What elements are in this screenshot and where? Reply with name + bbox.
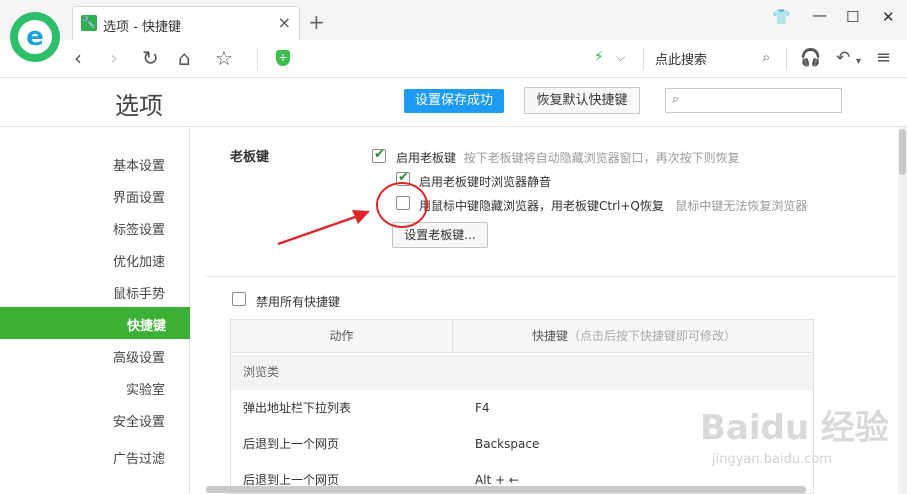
tab-close-button[interactable]: × [278,13,291,32]
undo-dropdown-icon[interactable]: ▾ [856,50,861,74]
options-search-input[interactable]: ⌕ [665,88,842,113]
browser-logo: e [10,12,60,62]
favorite-star-button[interactable]: ☆ [215,46,233,70]
enable-boss-key-label: 启用老板键 [396,151,457,165]
annotation-circle [376,182,428,228]
back-button[interactable]: ‹ [74,46,82,70]
wrench-icon: 🔧 [81,15,97,31]
forward-button[interactable]: › [110,46,118,70]
column-header-shortcut-hint: （点击后按下快捷键即可修改） [568,329,737,343]
vertical-scrollbar[interactable] [898,127,907,494]
sidebar: 基本设置 界面设置 标签设置 优化加速 鼠标手势 快捷键 高级设置 实验室 安全… [0,127,190,494]
middle-click-hide-hint: 鼠标中键无法恢复浏览器 [675,199,808,213]
page-title: 选项 [115,92,163,120]
column-header-shortcut: 快捷键（点击后按下快捷键即可修改） [453,320,813,353]
boss-key-section-title: 老板键 [230,150,270,165]
close-window-button[interactable]: ✕ [882,8,895,26]
shortcut-key[interactable]: F4 [475,390,490,426]
nav-separator [786,48,787,70]
enable-boss-key-option: 启用老板键 按下老板键将自动隐藏浏览器窗口，再次按下则恢复 [396,149,740,166]
nav-separator [643,48,644,70]
section-divider [206,276,896,277]
enable-boss-key-checkbox[interactable] [372,147,386,163]
minimize-button[interactable]: — [812,6,827,24]
maximize-button[interactable]: ☐ [846,8,859,26]
sidebar-item-basic[interactable]: 基本设置 [113,155,165,174]
middle-click-hide-option: 用鼠标中键隐藏浏览器，用老板键Ctrl+Q恢复 鼠标中键无法恢复浏览器 [419,197,807,214]
title-bar: 🔧 选项 - 快捷键 × + 👕 — ☐ ✕ [0,0,907,40]
search-icon: ⌕ [672,92,680,107]
refresh-button[interactable]: ↻ [142,46,159,70]
sidebar-item-adblock[interactable]: 广告过滤 [113,448,165,467]
shortcut-action: 后退到上一个网页 [243,437,340,451]
search-icon[interactable]: ⌕ [762,48,770,66]
watermark-url: jingyan.baidu.com [712,452,832,467]
sidebar-item-optimize[interactable]: 优化加速 [113,251,165,270]
sidebar-item-lab[interactable]: 实验室 [126,379,165,398]
table-header: 动作 快捷键（点击后按下快捷键即可修改） [231,320,813,353]
horizontal-scrollbar[interactable] [206,486,806,493]
column-header-action: 动作 [231,320,453,353]
save-success-badge: 设置保存成功 [404,89,504,113]
chevron-down-icon[interactable]: ⌵ [616,50,625,65]
restore-default-button[interactable]: 恢复默认快捷键 [524,87,640,114]
column-header-shortcut-label: 快捷键 [531,329,568,343]
disable-all-shortcuts-label: 禁用所有快捷键 [256,295,341,309]
sidebar-item-advanced[interactable]: 高级设置 [113,347,165,366]
sidebar-item-mouse-gestures[interactable]: 鼠标手势 [113,283,165,302]
mute-on-boss-key-label: 启用老板键时浏览器静音 [419,175,552,189]
shortcut-action: 弹出地址栏下拉列表 [243,401,352,415]
annotation-arrow-icon [277,210,370,246]
enable-boss-key-hint: 按下老板键将自动隐藏浏览器窗口，再次按下则恢复 [463,151,740,165]
new-tab-button[interactable]: + [308,10,325,34]
table-group-header: 浏览类 [231,354,813,390]
security-shield-icon[interactable]: + [276,50,290,66]
middle-click-hide-label: 用鼠标中键隐藏浏览器，用老板键Ctrl+Q恢复 [419,199,664,213]
logo-e-icon: e [18,20,52,54]
sidebar-item-label: 快捷键 [126,319,166,334]
shortcut-key[interactable]: Backspace [475,426,539,462]
sidebar-item-interface[interactable]: 界面设置 [113,187,165,206]
speed-bolt-icon[interactable]: ⚡ [594,49,604,65]
tab-title: 选项 - 快捷键 [103,20,181,35]
scrollbar-thumb[interactable] [899,129,906,175]
watermark-brand: Baidu 经验 [700,408,889,448]
browser-tab[interactable]: 🔧 选项 - 快捷键 × [72,6,300,40]
navigation-bar: ‹ › ↻ ⌂ ☆ + ⚡ ⌵ 点此搜索 ⌕ 🎧 ↶ ▾ ≡ [0,40,907,78]
skin-icon[interactable]: 👕 [772,8,791,26]
home-button[interactable]: ⌂ [178,46,191,70]
search-input[interactable]: 点此搜索 [655,49,707,68]
sidebar-item-shortcuts[interactable]: 快捷键 [0,307,190,339]
nav-separator [257,48,258,70]
undo-icon[interactable]: ↶ [836,46,850,70]
headphones-icon[interactable]: 🎧 [800,46,821,70]
sidebar-item-tabs[interactable]: 标签设置 [113,219,165,238]
disable-all-shortcuts-checkbox[interactable] [232,292,246,306]
sidebar-item-security[interactable]: 安全设置 [113,411,165,430]
menu-icon[interactable]: ≡ [876,46,891,70]
